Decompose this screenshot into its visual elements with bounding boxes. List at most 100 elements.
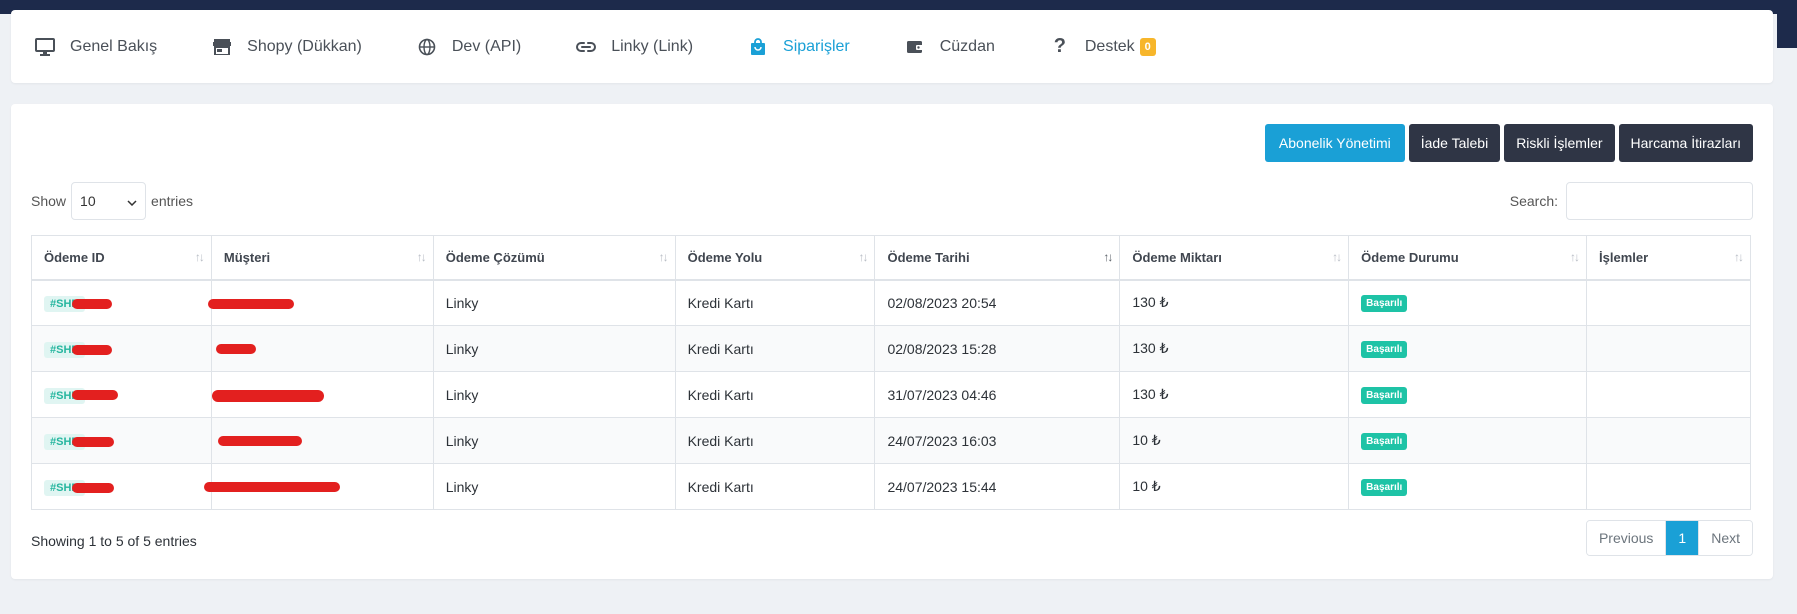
table-row: #SHP Linky Kredi Kartı 24/07/2023 15:44 … [31, 463, 1751, 510]
column-header-actions[interactable]: İşlemler ↑↓ [1586, 235, 1751, 281]
status-badge: Başarılı [1361, 341, 1408, 358]
customer-cell [210, 325, 434, 372]
table-row: #SHP Linky Kredi Kartı 31/07/2023 04:46 … [31, 371, 1751, 418]
payment-id-badge[interactable]: #SHP [44, 479, 114, 496]
question-icon: ? [1053, 35, 1066, 57]
sort-icon: ↑↓ [194, 250, 205, 264]
payment-date-cell: 31/07/2023 04:46 [874, 371, 1121, 418]
redaction-mark [211, 390, 324, 402]
support-count-badge: 0 [1139, 37, 1156, 56]
payment-id-badge[interactable]: #SHP [44, 433, 114, 450]
previous-page-button[interactable]: Previous [1586, 521, 1666, 555]
status-badge: Başarılı [1361, 387, 1408, 404]
entries-select[interactable]: 10 [71, 182, 147, 220]
store-icon [211, 36, 233, 58]
nav-item-siparisler[interactable]: Siparişler [747, 10, 850, 83]
status-badge: Başarılı [1361, 479, 1408, 496]
search-input[interactable] [1566, 182, 1753, 220]
table-search: Search: [1510, 182, 1753, 220]
redaction-mark [72, 389, 118, 400]
column-header-payment-id[interactable]: Ödeme ID ↑↓ [31, 235, 212, 281]
redaction-mark [72, 344, 112, 355]
pagination: Previous 1 Next [1585, 520, 1753, 556]
chevron-down-icon [127, 193, 137, 209]
next-page-button[interactable]: Next [1698, 521, 1752, 555]
nav-item-dev-api[interactable]: Dev (API) [416, 10, 521, 83]
sort-icon: ↑↓ [1734, 250, 1744, 264]
nav-item-cuzdan[interactable]: Cüzdan [904, 10, 995, 83]
actions-cell [1586, 279, 1751, 326]
redaction-mark [72, 482, 114, 493]
entries-length-control: Show 10 entries [31, 182, 193, 220]
payment-method-cell: Kredi Kartı [674, 417, 876, 464]
chargeback-disputes-button[interactable]: Harcama İtirazları [1618, 124, 1753, 162]
redaction-mark [72, 298, 112, 309]
page-1-button[interactable]: 1 [1665, 521, 1699, 555]
nav-item-genel-bakis[interactable]: Genel Bakış [34, 10, 157, 83]
globe-icon [416, 36, 438, 58]
nav-label: Linky (Link) [611, 37, 694, 55]
link-icon [575, 36, 597, 58]
orders-card: Abonelik Yönetimi İade Talebi Riskli İşl… [11, 104, 1773, 579]
payment-id-badge[interactable]: #SHP [44, 341, 112, 358]
payment-id-badge[interactable]: #SHP [44, 387, 118, 404]
payment-date-cell: 24/07/2023 16:03 [874, 417, 1121, 464]
table-row: #SHP Linky Kredi Kartı 24/07/2023 16:03 … [31, 417, 1751, 464]
column-header-payment-amount[interactable]: Ödeme Miktarı ↑↓ [1119, 235, 1350, 281]
table-header-row: Ödeme ID ↑↓ Müşteri ↑↓ Ödeme Çözümü ↑↓ Ödem… [31, 235, 1751, 281]
payment-method-cell: Kredi Kartı [674, 325, 876, 372]
column-header-payment-date[interactable]: Ödeme Tarihi ↑↓ [874, 235, 1121, 281]
actions-cell [1586, 417, 1751, 464]
payment-amount-cell: 130 ₺ [1119, 371, 1350, 418]
status-badge: Başarılı [1361, 433, 1408, 450]
subscription-management-button[interactable]: Abonelik Yönetimi [1264, 124, 1405, 162]
customer-cell [210, 371, 434, 418]
nav-label: Destek [1084, 37, 1135, 55]
wallet-icon [904, 36, 926, 58]
payment-amount-cell: 130 ₺ [1119, 325, 1350, 372]
refund-request-button[interactable]: İade Talebi [1408, 124, 1501, 162]
sort-icon: ↑↓ [1103, 250, 1113, 264]
column-header-payment-solution[interactable]: Ödeme Çözümü ↑↓ [432, 235, 676, 281]
payment-solution-cell: Linky [432, 371, 676, 418]
header-background-edge [1777, 0, 1797, 48]
redaction-mark [217, 436, 302, 446]
redaction-mark [215, 344, 256, 354]
column-header-payment-method[interactable]: Ödeme Yolu ↑↓ [674, 235, 876, 281]
risky-transactions-button[interactable]: Riskli İşlemler [1504, 124, 1615, 162]
action-buttons: Abonelik Yönetimi İade Talebi Riskli İşl… [1261, 124, 1753, 162]
payment-solution-cell: Linky [432, 325, 676, 372]
customer-cell [210, 417, 434, 464]
payment-solution-cell: Linky [432, 279, 676, 326]
top-navigation: Genel Bakış Shopy (Dükkan) Dev (API) Lin… [11, 10, 1773, 83]
table-row: #SHP Linky Kredi Kartı 02/08/2023 15:28 … [31, 325, 1751, 372]
payment-method-cell: Kredi Kartı [674, 463, 876, 510]
payment-date-cell: 24/07/2023 15:44 [874, 463, 1121, 510]
redaction-mark [207, 298, 294, 309]
customer-cell [207, 279, 434, 326]
customer-cell [203, 463, 434, 510]
nav-item-linky[interactable]: Linky (Link) [575, 10, 693, 83]
nav-label: Genel Bakış [70, 37, 158, 55]
table-info: Showing 1 to 5 of 5 entries [31, 533, 197, 549]
nav-label: Siparişler [783, 37, 850, 55]
nav-label: Dev (API) [451, 37, 522, 55]
payment-method-cell: Kredi Kartı [674, 371, 876, 418]
shopping-bag-icon [747, 36, 769, 58]
column-header-customer[interactable]: Müşteri ↑↓ [210, 235, 434, 281]
column-header-payment-status[interactable]: Ödeme Durumu ↑↓ [1348, 235, 1588, 281]
payment-date-cell: 02/08/2023 15:28 [874, 325, 1121, 372]
sort-icon: ↑↓ [416, 250, 427, 264]
search-label: Search: [1509, 193, 1558, 209]
sort-icon: ↑↓ [858, 250, 868, 264]
payment-id-badge[interactable]: #SHP [44, 295, 112, 312]
nav-item-destek[interactable]: ? Destek 0 [1049, 10, 1156, 83]
payment-amount-cell: 10 ₺ [1119, 463, 1350, 510]
sort-icon: ↑↓ [1332, 250, 1342, 264]
payment-method-cell: Kredi Kartı [674, 279, 876, 326]
nav-item-shopy[interactable]: Shopy (Dükkan) [211, 10, 362, 83]
nav-label: Shopy (Dükkan) [247, 37, 362, 55]
redaction-mark [72, 436, 114, 447]
orders-table: Ödeme ID ↑↓ Müşteri ↑↓ Ödeme Çözümü ↑↓ Ödem… [31, 235, 1751, 510]
actions-cell [1586, 325, 1751, 372]
